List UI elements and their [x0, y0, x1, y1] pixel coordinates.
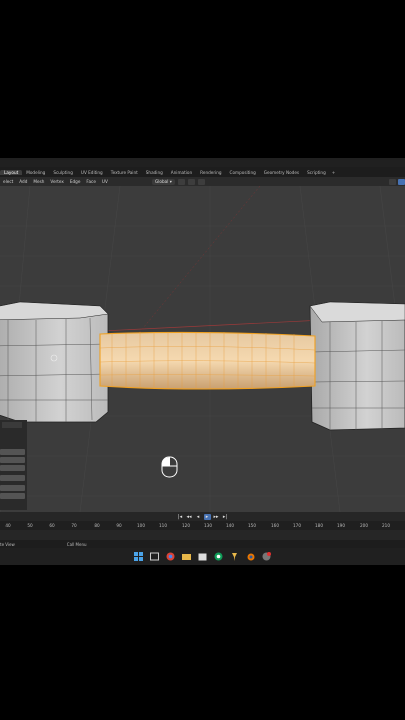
- chrome-icon[interactable]: [165, 551, 176, 562]
- os-taskbar: [0, 548, 405, 565]
- windows-start-icon[interactable]: [133, 551, 144, 562]
- proportional-edit-icon[interactable]: [197, 178, 205, 185]
- play-icon[interactable]: ▸: [203, 513, 211, 520]
- tab-rendering[interactable]: Rendering: [196, 170, 225, 175]
- panel-field-1[interactable]: [0, 449, 25, 455]
- frame-label: 70: [71, 523, 77, 528]
- next-keyframe-icon[interactable]: ▸▸: [213, 514, 220, 520]
- frame-label: 140: [226, 523, 234, 528]
- frame-label: 60: [49, 523, 55, 528]
- workspace-tabs: Layout Modeling Sculpting UV Editing Tex…: [0, 167, 405, 177]
- left-cube[interactable]: [0, 301, 109, 423]
- frame-label: 150: [248, 523, 256, 528]
- panel-field-5[interactable]: [0, 485, 25, 491]
- frame-label: 90: [116, 523, 122, 528]
- 3d-viewport[interactable]: [0, 186, 405, 512]
- overlay-icon[interactable]: [389, 178, 396, 185]
- last-operation-panel[interactable]: [0, 420, 27, 510]
- transform-orientation-dropdown[interactable]: Global ▾: [152, 178, 175, 185]
- frame-label: 120: [182, 523, 190, 528]
- prev-keyframe-icon[interactable]: ◂◂: [186, 514, 193, 520]
- panel-header: [2, 422, 22, 428]
- frame-label: 40: [5, 523, 11, 528]
- panel-field-2[interactable]: [0, 457, 25, 463]
- menu-mesh[interactable]: Mesh: [30, 179, 47, 184]
- recorder-icon[interactable]: [261, 551, 272, 562]
- viewport-scene: [0, 186, 405, 512]
- blender-icon[interactable]: [245, 551, 256, 562]
- playback-controls: |◂ ◂◂ ◂ ▸ ▸▸ ▸|: [0, 512, 405, 521]
- tab-compositing[interactable]: Compositing: [226, 170, 260, 175]
- tab-sculpting[interactable]: Sculpting: [49, 170, 77, 175]
- panel-field-4[interactable]: [0, 475, 25, 481]
- tab-uv-editing[interactable]: UV Editing: [77, 170, 107, 175]
- folder-icon[interactable]: [181, 551, 192, 562]
- play-reverse-icon[interactable]: ◂: [195, 514, 202, 520]
- menu-select[interactable]: elect: [0, 179, 16, 184]
- tab-animation[interactable]: Animation: [167, 170, 196, 175]
- tab-scripting[interactable]: Scripting: [303, 170, 330, 175]
- menu-vertex[interactable]: Vertex: [47, 179, 66, 184]
- store-icon[interactable]: [197, 551, 208, 562]
- status-bar: te View Call Menu: [0, 540, 405, 548]
- frame-label: 100: [137, 523, 145, 528]
- frame-label: 80: [94, 523, 100, 528]
- menu-edge[interactable]: Edge: [67, 179, 84, 184]
- jump-start-icon[interactable]: |◂: [177, 514, 184, 520]
- menu-add[interactable]: Add: [16, 179, 30, 184]
- tab-shading[interactable]: Shading: [142, 170, 167, 175]
- frame-label: 200: [360, 523, 368, 528]
- pin-icon[interactable]: [229, 551, 240, 562]
- panel-field-6[interactable]: [0, 493, 25, 499]
- add-workspace-icon[interactable]: +: [330, 170, 338, 175]
- frame-label: 110: [159, 523, 167, 528]
- header-right-tools: [389, 177, 405, 186]
- timeline-ruler[interactable]: 40 50 60 70 80 90 100 110 120 130 140 15…: [0, 521, 405, 530]
- transform-tools: Global ▾: [152, 177, 205, 186]
- shading-icon[interactable]: [398, 178, 405, 185]
- panel-field-3[interactable]: [0, 465, 25, 471]
- frame-label: 130: [204, 523, 212, 528]
- status-left: te View: [0, 541, 15, 547]
- menu-face[interactable]: Face: [83, 179, 98, 184]
- frame-label: 160: [271, 523, 279, 528]
- tab-layout[interactable]: Layout: [0, 169, 23, 175]
- frame-label: 210: [382, 523, 390, 528]
- right-cube[interactable]: [309, 301, 405, 431]
- frame-label: 170: [293, 523, 301, 528]
- tab-texture-paint[interactable]: Texture Paint: [107, 170, 142, 175]
- menu-uv[interactable]: UV: [99, 179, 111, 184]
- pivot-icon[interactable]: [177, 178, 185, 185]
- chrome-icon[interactable]: [213, 551, 224, 562]
- search-icon[interactable]: [149, 551, 160, 562]
- y-axis-line: [119, 186, 261, 357]
- frame-label: 180: [315, 523, 323, 528]
- selected-cylinder[interactable]: [99, 331, 316, 390]
- frame-label: 50: [27, 523, 33, 528]
- transform-orientation-label: Global: [155, 178, 169, 184]
- status-call-menu: Call Menu: [66, 541, 87, 547]
- mouse-icon: [161, 456, 178, 478]
- frame-label: 190: [337, 523, 345, 528]
- timeline-track[interactable]: [0, 530, 405, 540]
- tab-modeling[interactable]: Modeling: [22, 170, 49, 175]
- snap-icon[interactable]: [187, 178, 195, 185]
- jump-end-icon[interactable]: ▸|: [222, 514, 229, 520]
- tab-geometry-nodes[interactable]: Geometry Nodes: [260, 170, 303, 175]
